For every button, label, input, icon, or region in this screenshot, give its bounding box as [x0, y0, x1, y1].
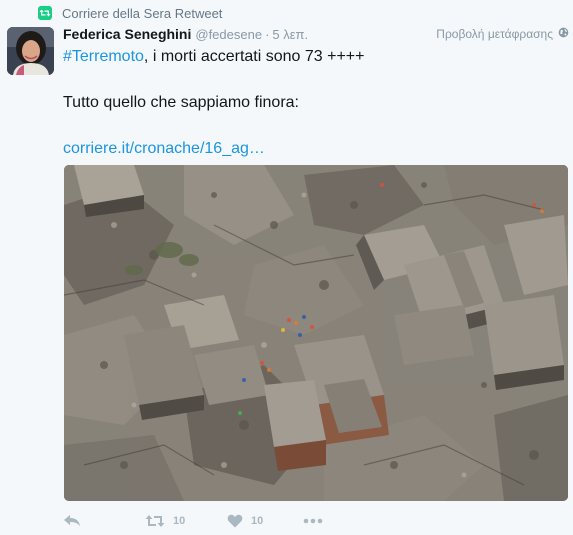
translate-label: Προβολή μετάφρασης [436, 27, 553, 41]
reply-button[interactable] [63, 514, 145, 528]
retweet-button[interactable]: 10 [145, 514, 227, 528]
author-fullname[interactable]: Federica Seneghini [63, 26, 191, 42]
tweet-line-1: #Terremoto, i morti accertati sono 73 ++… [63, 46, 563, 68]
author-username[interactable]: @fedesene [195, 27, 262, 42]
more-icon [303, 518, 323, 524]
retweet-context[interactable]: Corriere della Sera Retweet [38, 5, 222, 21]
tweet-timestamp[interactable]: 5 λεπ. [272, 27, 308, 42]
tweet-line-1-text: , i morti accertati sono 73 ++++ [143, 48, 365, 65]
tweet-line-3: corriere.it/cronache/16_ag… [63, 138, 563, 160]
avatar[interactable] [7, 27, 54, 75]
reply-icon [63, 514, 81, 528]
like-count: 10 [251, 515, 264, 527]
article-link[interactable]: corriere.it/cronache/16_ag… [63, 140, 265, 157]
tweet-actions: 10 10 [63, 509, 543, 533]
retweet-icon [38, 6, 52, 20]
hashtag-link[interactable]: #Terremoto [63, 48, 144, 65]
header-separator: · [265, 26, 270, 42]
retweet-icon [145, 514, 165, 528]
tweet-media-image[interactable] [64, 165, 568, 501]
tweet: Corriere della Sera Retweet Federica Sen… [0, 0, 573, 535]
tweet-line-2: Tutto quello che sappiamo finora: [63, 94, 299, 111]
retweet-count: 10 [173, 515, 186, 527]
globe-icon [558, 27, 569, 41]
tweet-text: #Terremoto, i morti accertati sono 73 ++… [63, 46, 563, 160]
more-button[interactable] [303, 518, 323, 524]
translate-link[interactable]: Προβολή μετάφρασης [436, 27, 569, 41]
tweet-header: Federica Seneghini @fedesene · 5 λεπ. Πρ… [63, 25, 569, 43]
heart-icon [227, 514, 243, 528]
retweet-context-label: Corriere della Sera Retweet [62, 5, 223, 21]
like-button[interactable]: 10 [227, 514, 303, 528]
